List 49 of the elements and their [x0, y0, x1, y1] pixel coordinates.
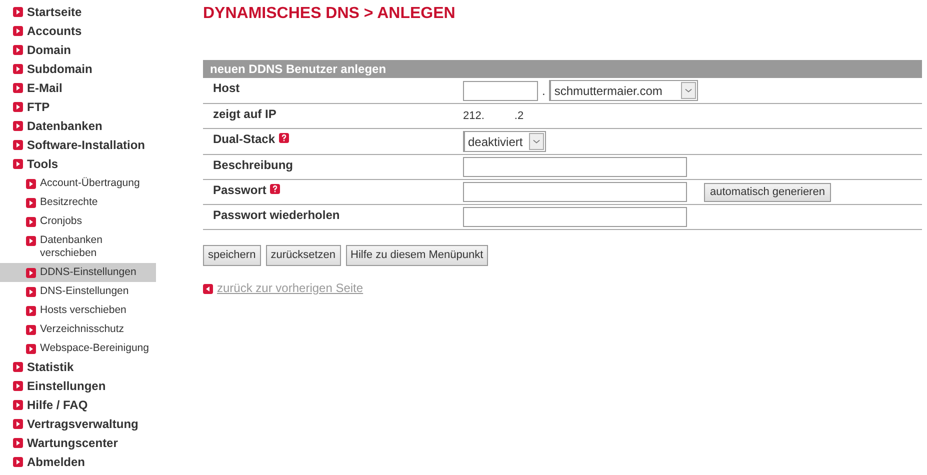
sidebar-item[interactable]: Cronjobs [0, 212, 156, 231]
form-button[interactable]: Hilfe zu diesem Menüpunkt [346, 245, 488, 266]
field-label: Passwort wiederholen [213, 207, 340, 223]
ip-text: .2 [514, 109, 524, 124]
sidebar-item[interactable]: E-Mail [0, 79, 156, 98]
field-label: Dual-Stack [213, 131, 276, 147]
generate-button[interactable]: automatisch generieren [704, 182, 831, 202]
caret-icon [681, 82, 696, 99]
sidebar-item[interactable]: Hilfe / FAQ [0, 396, 156, 415]
sidebar-item[interactable]: DNS-Einstellungen [0, 282, 156, 301]
input-field[interactable] [463, 80, 538, 100]
sidebar-item[interactable]: Account-Übertragung [0, 174, 156, 193]
sidebar-item[interactable]: DDNS-Einstellungen [0, 263, 156, 282]
field-label: zeigt auf IP [213, 106, 276, 122]
sidebar-item[interactable]: Einstellungen [0, 377, 156, 396]
field-label: Beschreibung [213, 157, 294, 173]
input-field[interactable] [463, 207, 687, 227]
sidebar-item[interactable]: Hosts verschieben [0, 301, 156, 320]
form-header: neuen DDNS Benutzer anlegen [203, 60, 922, 78]
sidebar-item[interactable]: Domain [0, 41, 156, 60]
dropdown[interactable]: deaktiviert [463, 131, 546, 152]
sidebar-item[interactable]: Subdomain [0, 60, 156, 79]
page-title: DYNAMISCHES DNS > ANLEGEN [203, 4, 456, 24]
sidebar-item[interactable]: Statistik [0, 358, 156, 377]
sidebar-item[interactable]: Vertragsverwaltung [0, 415, 156, 434]
input-field[interactable] [463, 182, 687, 202]
ip-text: 212. [463, 109, 484, 124]
separator-text: . [542, 82, 546, 100]
sidebar-item[interactable]: Startseite [0, 3, 156, 22]
sidebar-item[interactable]: FTP [0, 98, 156, 117]
sidebar-item[interactable]: Datenbanken [0, 117, 156, 136]
sidebar-item[interactable]: Datenbanken verschieben [0, 231, 156, 263]
sidebar-item[interactable]: Abmelden [0, 453, 156, 472]
form-button[interactable]: zurücksetzen [266, 245, 341, 266]
field-label: Passwort [213, 182, 266, 198]
field-label: Host [213, 80, 240, 96]
help-icon [270, 184, 280, 194]
sidebar-item[interactable]: Software-Installation [0, 136, 156, 155]
dropdown[interactable]: schmuttermaier.com [549, 80, 698, 101]
sidebar-item[interactable]: Tools [0, 155, 156, 174]
caret-icon [528, 133, 544, 150]
sidebar-item[interactable]: Besitzrechte [0, 193, 156, 212]
sidebar-item[interactable]: Webspace-Bereinigung [0, 339, 156, 358]
sidebar-item[interactable]: Verzeichnisschutz [0, 320, 156, 339]
sidebar-item[interactable]: Wartungscenter [0, 434, 156, 453]
form-button[interactable]: speichern [203, 245, 261, 266]
sidebar-item[interactable]: Accounts [0, 22, 156, 41]
input-field[interactable] [463, 157, 687, 177]
help-icon [279, 133, 290, 143]
